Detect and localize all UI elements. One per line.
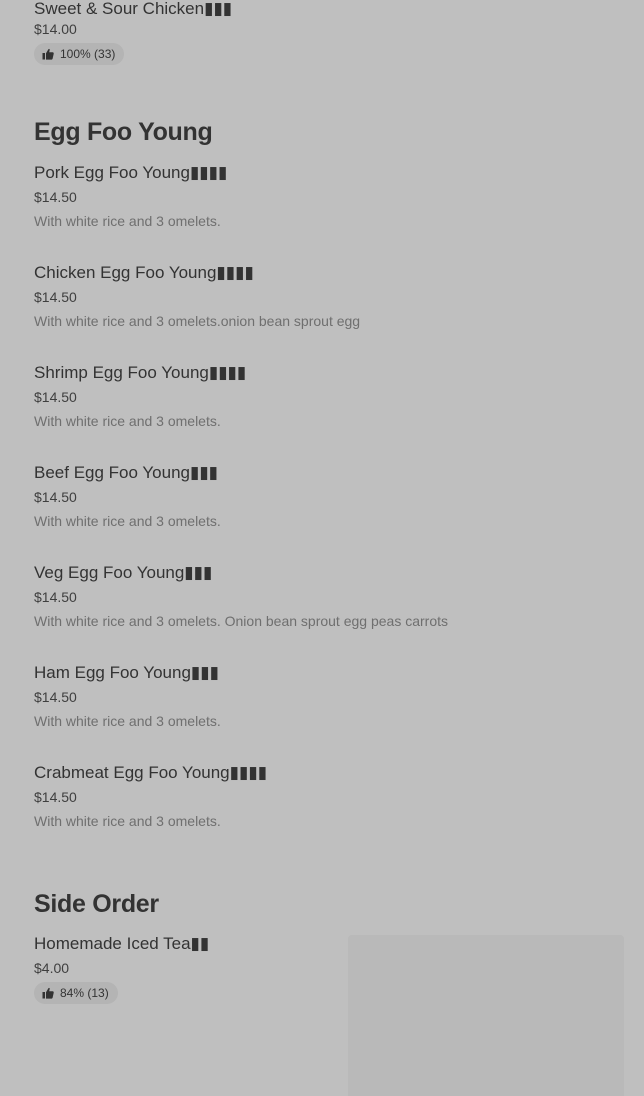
item-image-placeholder[interactable] xyxy=(348,935,624,1096)
item-name: Beef Egg Foo Young▮▮▮ xyxy=(34,463,219,482)
item-price: $14.50 xyxy=(34,289,77,305)
item-name: Veg Egg Foo Young▮▮▮ xyxy=(34,563,213,582)
item-description: With white rice and 3 omelets. xyxy=(34,513,221,529)
thumbs-up-icon xyxy=(42,48,54,60)
rating-badge: 84% (13) xyxy=(34,982,118,1004)
item-price: $14.50 xyxy=(34,589,77,605)
item-name: Crabmeat Egg Foo Young▮▮▮▮ xyxy=(34,763,268,782)
item-description: With white rice and 3 omelets. xyxy=(34,713,221,729)
item-description: With white rice and 3 omelets. xyxy=(34,413,221,429)
item-price: $4.00 xyxy=(34,960,70,976)
thumbs-up-icon xyxy=(42,987,54,999)
item-description: With white rice and 3 omelets. xyxy=(34,213,221,229)
menu-item[interactable]: Pork Egg Foo Young▮▮▮▮ $14.50 With white… xyxy=(34,163,624,230)
item-price: $14.50 xyxy=(34,689,77,705)
item-name: Shrimp Egg Foo Young▮▮▮▮ xyxy=(34,363,247,382)
menu-item[interactable]: Veg Egg Foo Young▮▮▮ $14.50 With white r… xyxy=(34,563,624,630)
item-name: Sweet & Sour Chicken▮▮▮ xyxy=(34,0,233,18)
item-description: With white rice and 3 omelets.onion bean… xyxy=(34,313,361,329)
item-description: With white rice and 3 omelets. Onion bea… xyxy=(34,613,448,629)
item-name: Ham Egg Foo Young▮▮▮ xyxy=(34,663,219,682)
rating-text: 84% (13) xyxy=(60,986,109,1000)
menu-item[interactable]: Ham Egg Foo Young▮▮▮ $14.50 With white r… xyxy=(34,663,624,730)
item-price: $14.50 xyxy=(34,489,77,505)
item-price: $14.50 xyxy=(34,189,77,205)
item-description: With white rice and 3 omelets. xyxy=(34,813,221,829)
menu-item[interactable]: Crabmeat Egg Foo Young▮▮▮▮ $14.50 With w… xyxy=(34,763,624,830)
menu-item-homemade-iced-tea[interactable]: Homemade Iced Tea▮▮ $4.00 84% (13) xyxy=(34,934,334,1004)
menu-item-sweet-sour-chicken[interactable]: Sweet & Sour Chicken▮▮▮ $14.00 100% (33) xyxy=(34,0,624,65)
menu-item[interactable]: Chicken Egg Foo Young▮▮▮▮ $14.50 With wh… xyxy=(34,263,624,330)
item-name: Pork Egg Foo Young▮▮▮▮ xyxy=(34,163,228,182)
menu-page: Sweet & Sour Chicken▮▮▮ $14.00 100% (33)… xyxy=(0,0,644,1096)
item-name: Homemade Iced Tea▮▮ xyxy=(34,934,210,953)
section-title-egg-foo-young: Egg Foo Young xyxy=(34,118,213,146)
item-price: $14.50 xyxy=(34,789,77,805)
section-title-side-order: Side Order xyxy=(34,890,159,918)
rating-badge: 100% (33) xyxy=(34,43,125,65)
item-price: $14.00 xyxy=(34,21,77,37)
rating-text: 100% (33) xyxy=(60,47,116,61)
menu-item[interactable]: Beef Egg Foo Young▮▮▮ $14.50 With white … xyxy=(34,463,624,530)
item-name: Chicken Egg Foo Young▮▮▮▮ xyxy=(34,263,254,282)
item-price: $14.50 xyxy=(34,389,77,405)
menu-item[interactable]: Shrimp Egg Foo Young▮▮▮▮ $14.50 With whi… xyxy=(34,363,624,430)
